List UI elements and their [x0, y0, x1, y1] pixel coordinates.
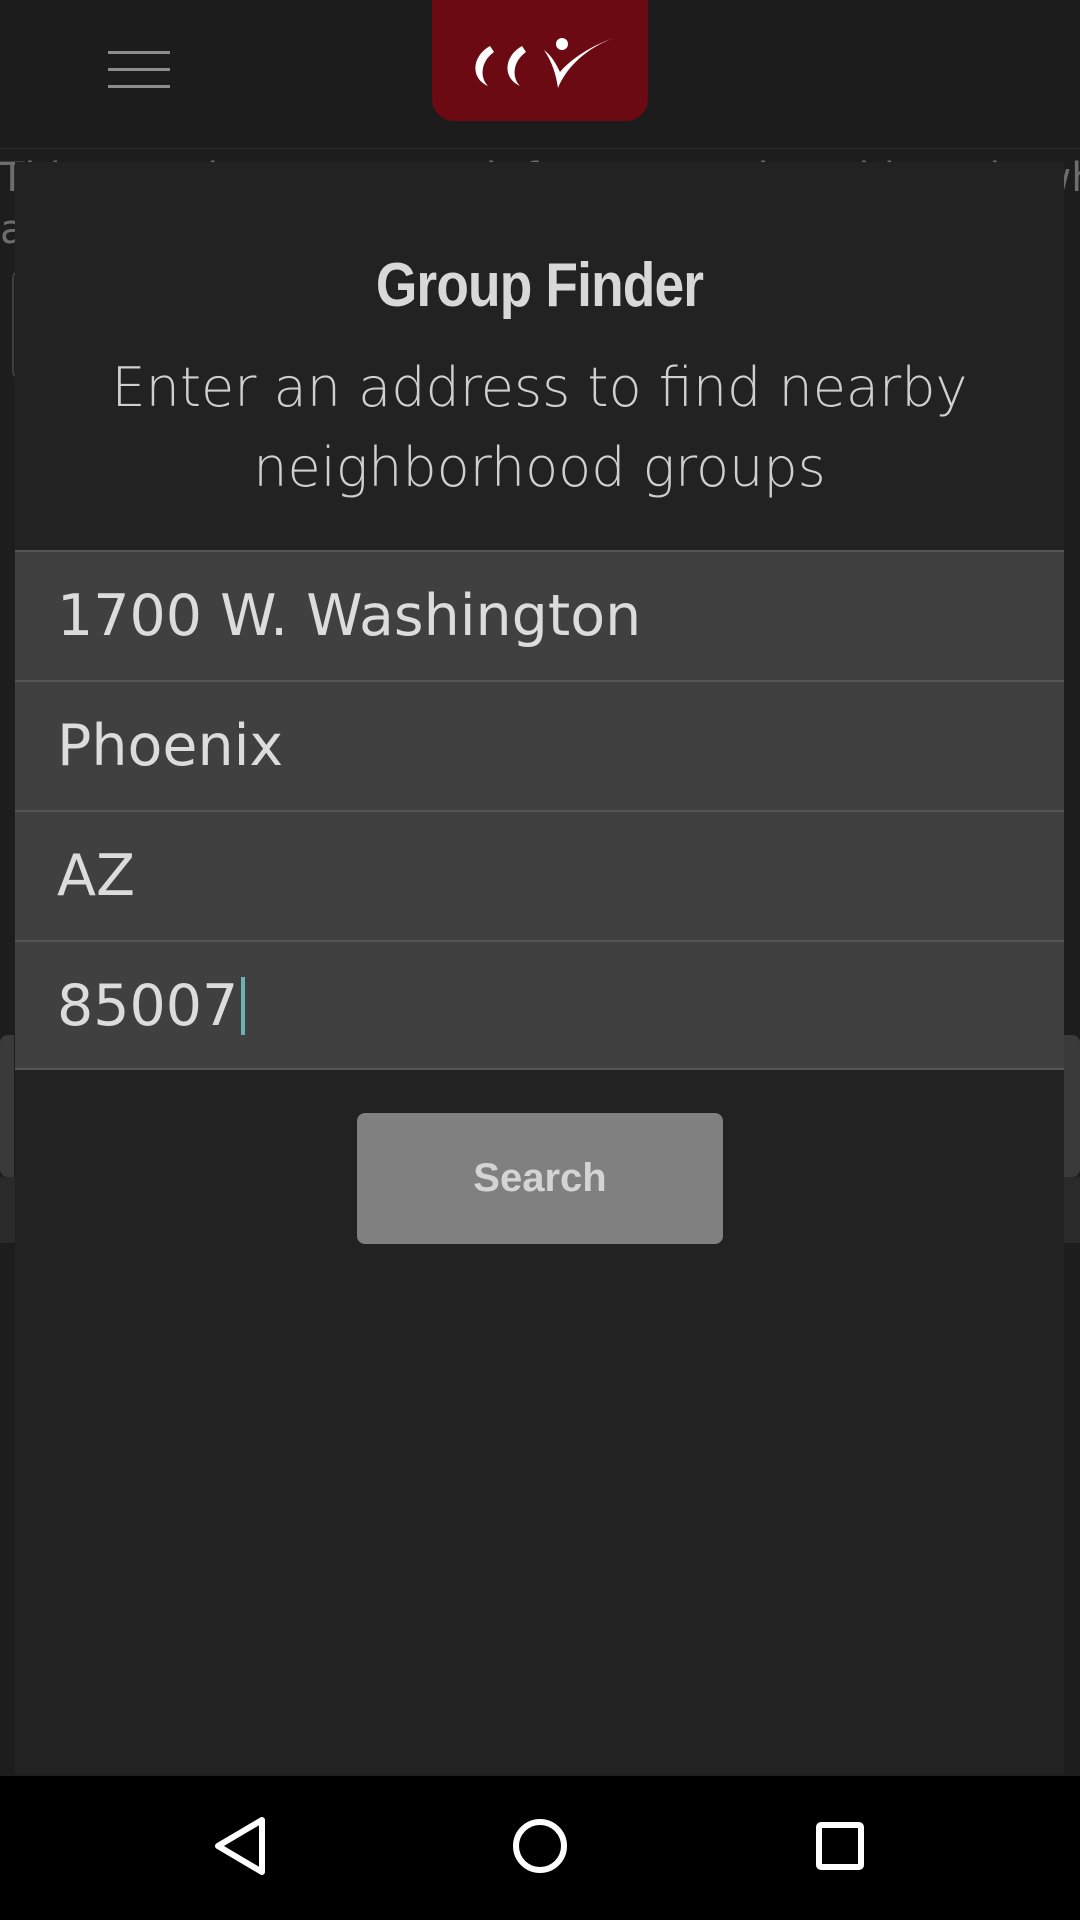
back-triangle-icon[interactable]: [190, 1796, 290, 1896]
screen: This page lets you search for a group by…: [0, 0, 1080, 1920]
home-circle-icon[interactable]: [490, 1796, 590, 1896]
dialog-subtitle: Enter an address to find nearby neighbor…: [111, 356, 968, 499]
background-strip-left: [0, 1035, 14, 1177]
zip-field[interactable]: 85007: [15, 940, 1064, 1070]
hamburger-menu-icon[interactable]: [108, 46, 172, 92]
city-value: Phoenix: [57, 713, 284, 779]
recent-apps-square-icon[interactable]: [790, 1796, 890, 1896]
background-strip-right: [1064, 1035, 1080, 1177]
state-value: AZ: [57, 843, 136, 909]
search-button[interactable]: Search: [357, 1113, 723, 1244]
system-nav-bar: [0, 1776, 1080, 1920]
street-field[interactable]: 1700 W. Washington: [15, 550, 1064, 680]
dialog-title: Group Finder: [375, 251, 704, 320]
zip-value: 85007: [57, 973, 239, 1039]
city-field[interactable]: Phoenix: [15, 680, 1064, 810]
app-header: [0, 0, 1080, 149]
text-caret: [241, 977, 246, 1035]
street-value: 1700 W. Washington: [57, 583, 642, 649]
state-field[interactable]: AZ: [15, 810, 1064, 940]
ccv-logo-icon: [475, 37, 614, 88]
group-finder-dialog: Group Finder Enter an address to find ne…: [15, 162, 1064, 1774]
brand-logo[interactable]: [432, 0, 648, 121]
zip-value-wrap: 85007: [57, 966, 246, 1046]
address-form: 1700 W. Washington Phoenix AZ 85007: [15, 550, 1064, 1070]
